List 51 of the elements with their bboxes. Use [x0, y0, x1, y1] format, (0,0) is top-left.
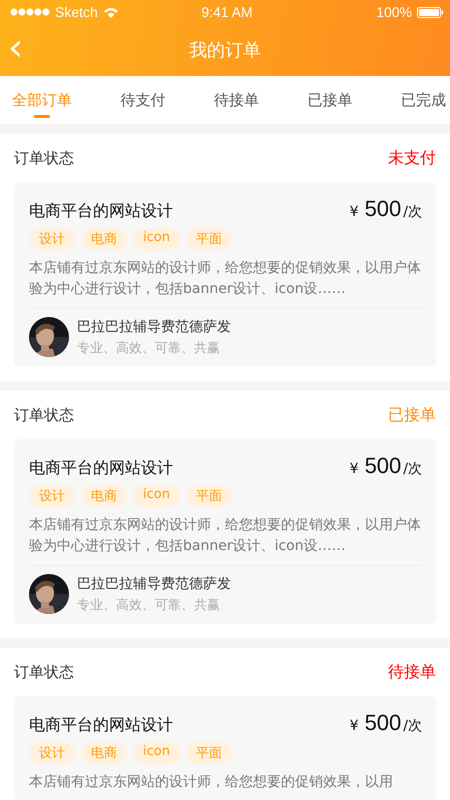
tag: 电商 — [81, 228, 127, 250]
carrier-name: Sketch — [55, 4, 98, 20]
tag: icon — [133, 485, 180, 507]
price-unit: /次 — [403, 460, 422, 478]
tag: 电商 — [81, 742, 127, 764]
order-card[interactable]: 电商平台的网站设计 ¥ 500/次 设计 电商 icon 平面 本店铺有过京东网站的设计师，给您想要的促销效果，以用户体验为中心进行设计，包括banner设计、icon设…… 巴拉巴拉辅导费范德萨发 专业、高效、可靠、共赢 — [14, 439, 436, 624]
tab[interactable]: 已完成 — [401, 76, 446, 124]
order-title: 电商平台的网站设计 — [29, 201, 173, 222]
price-unit: /次 — [403, 203, 422, 221]
tag: 平面 — [186, 228, 232, 250]
tag: icon — [133, 228, 180, 250]
seller-motto: 专业、高效、可靠、共赢 — [77, 596, 221, 614]
order-card[interactable]: 电商平台的网站设计 ¥ 500/次 设计 电商 icon 平面 本店铺有过京东网站的设计师，给您想要的促销效果，以用户体验为中心进行设计，包括banner设计、icon设…… 巴拉巴拉辅导费范德萨发 专业、高效、可靠、共赢 — [14, 182, 436, 367]
order-card[interactable]: 电商平台的网站设计 ¥ 500/次 设计 电商 icon 平面 本店铺有过京东网站的设计师，给您想要的促销效果，以用 — [14, 696, 436, 800]
price-amount: 500 — [364, 196, 402, 222]
tag: 平面 — [186, 742, 232, 764]
order-description: 本店铺有过京东网站的设计师，给您想要的促销效果，以用 — [29, 773, 394, 792]
order-title: 电商平台的网站设计 — [29, 715, 173, 736]
clock-time: 9:41 AM — [201, 4, 253, 20]
price-amount: 500 — [364, 453, 402, 479]
currency-sign: ¥ — [350, 204, 359, 220]
wifi-icon — [102, 6, 119, 18]
order-title: 电商平台的网站设计 — [29, 458, 173, 479]
section-label: 订单状态 — [14, 662, 74, 682]
order-description: 本店铺有过京东网站的设计师，给您想要的促销效果，以用户体验为中心进行设计，包括banner设计、icon设…… — [29, 259, 422, 299]
order-status: 待接单 — [388, 662, 436, 682]
section-label: 订单状态 — [14, 148, 74, 168]
seller-name: 巴拉巴拉辅导费范德萨发 — [77, 318, 231, 336]
tag: 平面 — [186, 485, 232, 507]
order-description: 本店铺有过京东网站的设计师，给您想要的促销效果，以用户体验为中心进行设计，包括banner设计、icon设…… — [29, 516, 422, 556]
currency-sign: ¥ — [350, 718, 359, 734]
order-status: 未支付 — [388, 148, 436, 168]
tab[interactable]: 待接单 — [214, 76, 259, 124]
page-title: 我的订单 — [188, 39, 262, 62]
tab[interactable]: 待支付 — [120, 76, 166, 124]
tag: 设计 — [29, 742, 75, 764]
tag: 设计 — [29, 485, 75, 507]
section-label: 订单状态 — [14, 406, 74, 424]
seller-name: 巴拉巴拉辅导费范德萨发 — [77, 574, 231, 592]
tag: icon — [133, 742, 180, 764]
price-amount: 500 — [364, 710, 402, 736]
tab[interactable]: 已接单 — [308, 76, 352, 124]
signal-icon — [10, 7, 50, 17]
order-status: 已接单 — [388, 404, 436, 426]
battery-icon — [417, 6, 444, 18]
price-unit: /次 — [403, 717, 422, 735]
tag: 设计 — [29, 228, 75, 250]
tag: 电商 — [81, 485, 127, 507]
currency-sign: ¥ — [350, 461, 359, 477]
battery-percent: 100% — [376, 4, 412, 20]
seller-motto: 专业、高效、可靠、共赢 — [77, 340, 221, 356]
